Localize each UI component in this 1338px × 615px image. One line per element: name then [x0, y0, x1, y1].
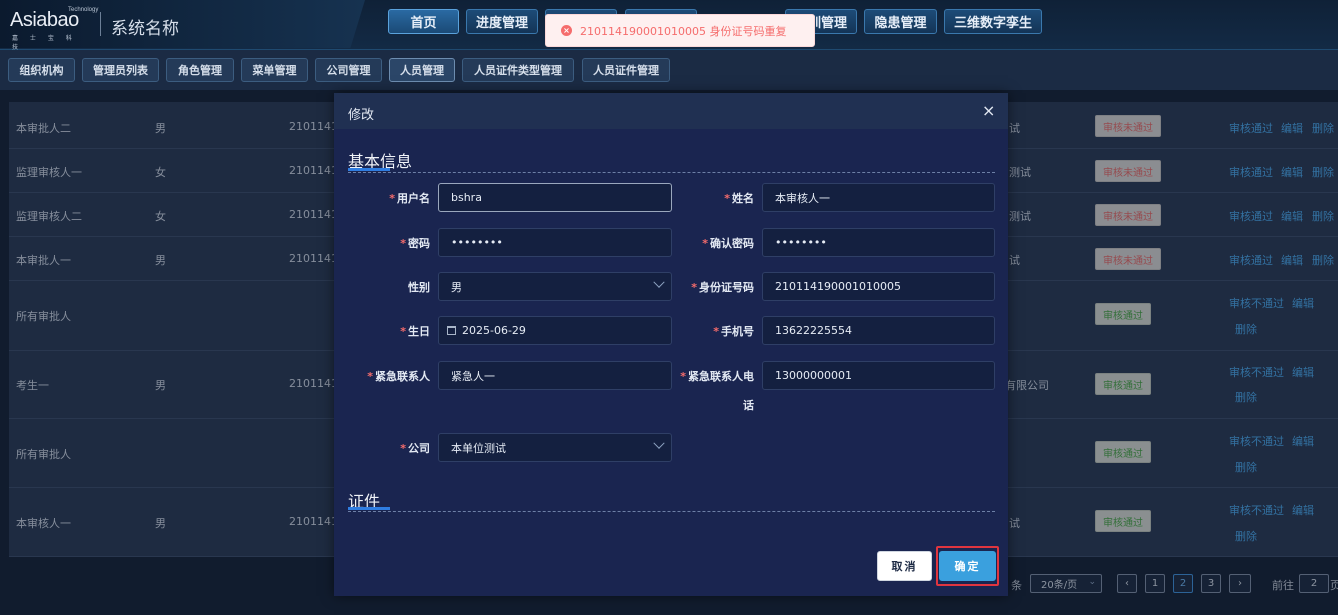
- tab-admin-list[interactable]: 管理员列表: [82, 58, 159, 82]
- gender-select[interactable]: 男: [438, 272, 672, 301]
- realname-input[interactable]: 本审核人一: [762, 183, 995, 212]
- emergency-phone-label-line2: 话: [743, 399, 754, 412]
- cancel-button[interactable]: 取消: [877, 551, 932, 581]
- password-label: * 密码: [400, 237, 430, 250]
- dialog-header: 修改 ×: [334, 93, 1008, 129]
- tab-certs[interactable]: 人员证件管理: [582, 58, 670, 82]
- phone-label: * 手机号: [713, 325, 754, 338]
- toast-message: 210114190001010005 身份证号码重复: [580, 24, 787, 38]
- tab-companies[interactable]: 公司管理: [315, 58, 382, 82]
- logo-sub-text: 嘉 士 宝 科 技: [12, 35, 77, 51]
- emergency-contact-input[interactable]: 紧急人一: [438, 361, 672, 390]
- emergency-phone-input[interactable]: 13000000001: [762, 361, 995, 390]
- tab-menus[interactable]: 菜单管理: [241, 58, 308, 82]
- dialog-title: 修改: [348, 108, 375, 123]
- error-icon: ×: [561, 25, 572, 36]
- logo-tech-text: Technology: [68, 7, 99, 13]
- password-input[interactable]: ••••••••: [438, 228, 672, 257]
- tab-roles[interactable]: 角色管理: [166, 58, 234, 82]
- confirm-password-label: * 确认密码: [702, 237, 754, 250]
- close-icon[interactable]: ×: [982, 101, 995, 120]
- nav-home[interactable]: 首页: [388, 9, 459, 34]
- section-underline: [348, 507, 390, 510]
- confirm-button-highlight: [936, 546, 999, 586]
- gender-value: 男: [451, 280, 462, 294]
- id-number-input[interactable]: 210114190001010005: [762, 272, 995, 301]
- id-number-label: * 身份证号码: [691, 281, 754, 294]
- username-input[interactable]: bshra: [438, 183, 672, 212]
- confirm-password-input[interactable]: ••••••••: [762, 228, 995, 257]
- nav-hazard[interactable]: 隐患管理: [864, 9, 937, 34]
- logo-divider: [100, 12, 101, 36]
- error-toast: × 210114190001010005 身份证号码重复: [545, 14, 815, 47]
- nav-progress[interactable]: 进度管理: [466, 9, 538, 34]
- system-name: 系统名称: [111, 19, 179, 39]
- section-divider: [348, 511, 995, 512]
- username-label: * 用户名: [389, 192, 430, 205]
- phone-input[interactable]: 13622225554: [762, 316, 995, 345]
- chevron-down-icon: [653, 437, 665, 449]
- nav-digital-twin[interactable]: 三维数字孪生: [944, 9, 1042, 34]
- birthday-value: 2025-06-29: [462, 324, 526, 337]
- company-label: * 公司: [400, 442, 430, 455]
- tab-cert-types[interactable]: 人员证件类型管理: [462, 58, 574, 82]
- section-underline: [348, 168, 390, 171]
- birthday-label: * 生日: [400, 325, 430, 338]
- emergency-contact-label: * 紧急联系人: [367, 370, 430, 383]
- tab-org[interactable]: 组织机构: [8, 58, 75, 82]
- edit-dialog: 修改 × 基本信息 * 用户名 bshra * 姓名 本审核人一 * 密码 •••••…: [334, 93, 1008, 596]
- calendar-icon: [447, 326, 456, 335]
- realname-label: * 姓名: [724, 192, 754, 205]
- sub-tabs-bar: 组织机构 管理员列表 角色管理 菜单管理 公司管理 人员管理 人员证件类型管理 …: [0, 50, 1338, 90]
- company-select[interactable]: 本单位测试: [438, 433, 672, 462]
- company-logo: Asiabao Technology 嘉 士 宝 科 技: [10, 7, 98, 51]
- birthday-picker[interactable]: 2025-06-29: [438, 316, 672, 345]
- company-value: 本单位测试: [451, 441, 506, 455]
- gender-label: 性别: [408, 281, 430, 294]
- section-divider: [348, 172, 995, 173]
- emergency-phone-label: * 紧急联系人电: [680, 370, 754, 383]
- tab-personnel[interactable]: 人员管理: [389, 58, 455, 82]
